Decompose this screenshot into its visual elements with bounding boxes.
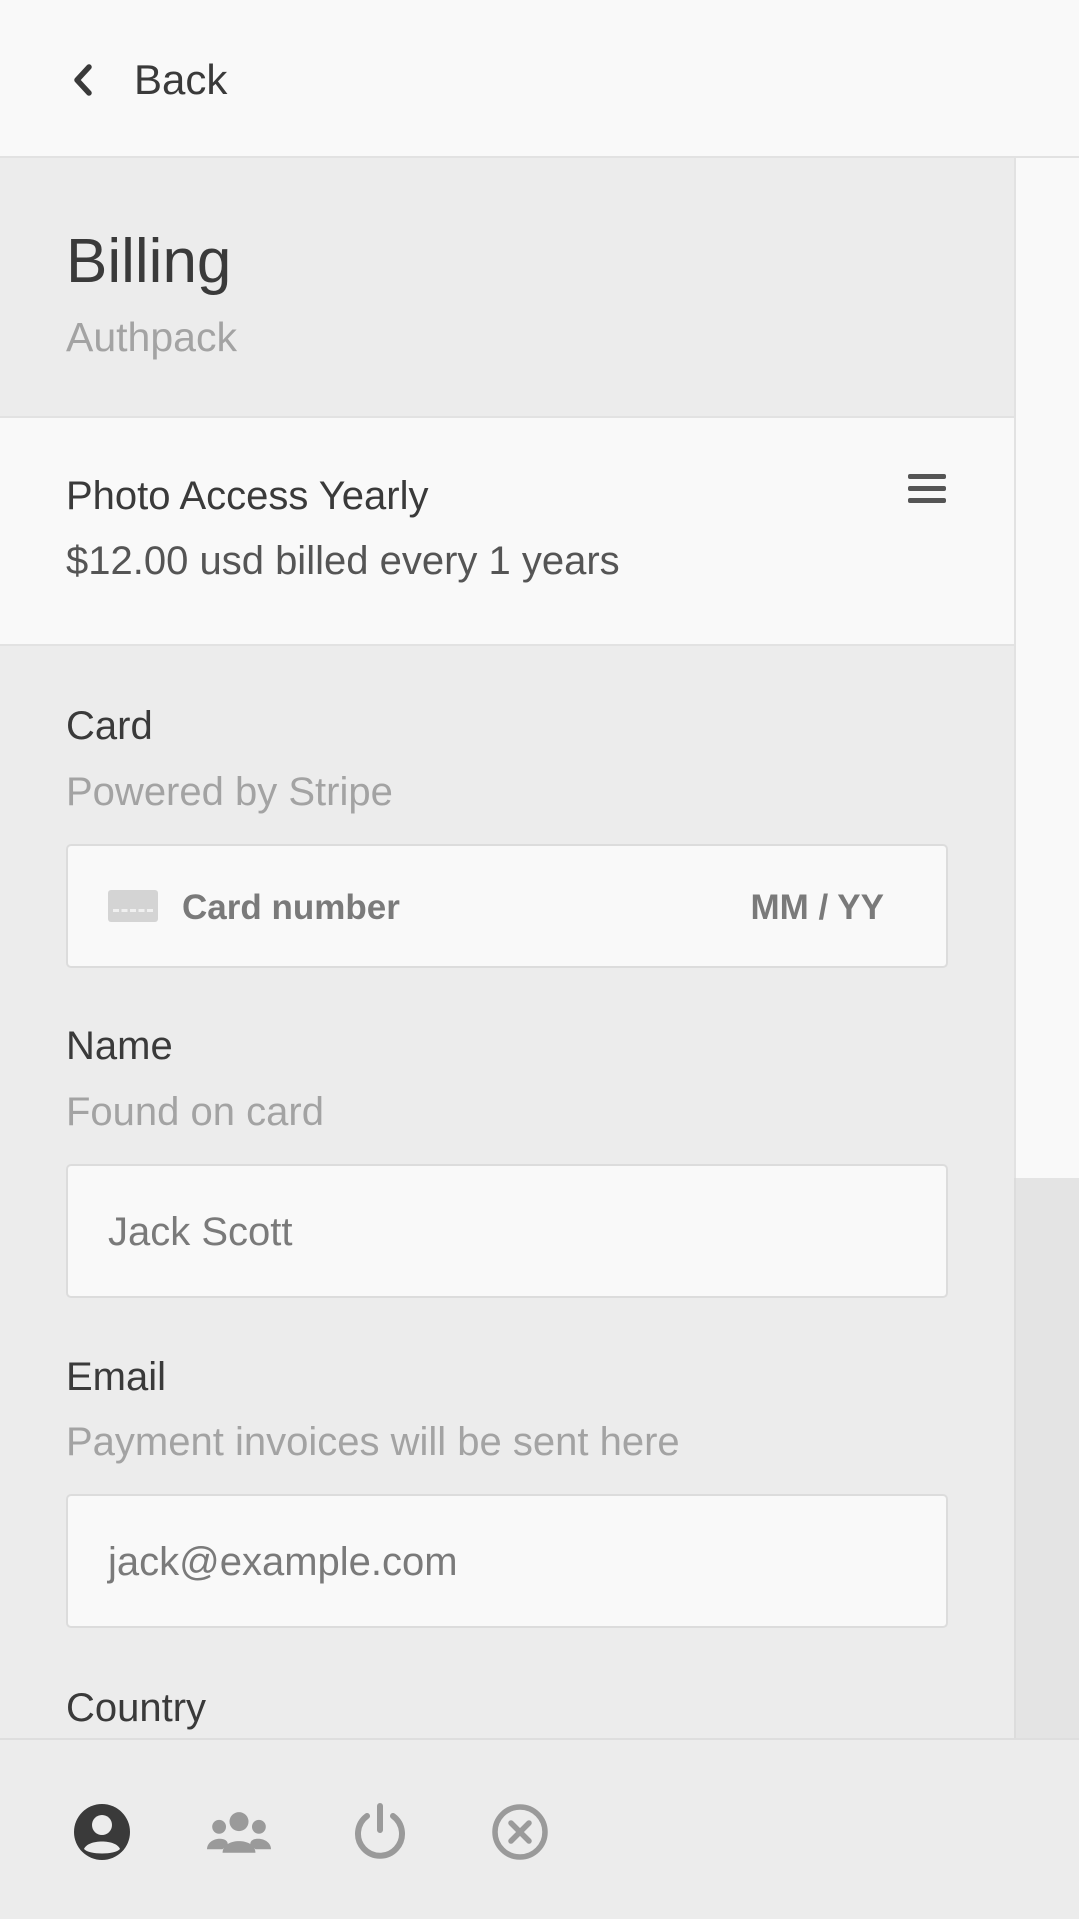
hamburger-menu-icon[interactable] [900, 470, 954, 516]
plan-price: $12.00 usd billed every 1 years [66, 539, 620, 583]
email-placeholder: jack@example.com [108, 1540, 458, 1584]
back-label: Back [134, 56, 228, 103]
power-icon[interactable] [348, 1800, 412, 1864]
user-circle-icon[interactable] [70, 1800, 134, 1864]
close-circle-icon[interactable] [488, 1800, 552, 1864]
back-button[interactable]: Back [66, 46, 227, 114]
name-placeholder: Jack Scott [108, 1210, 293, 1254]
bottom-nav [0, 1738, 1079, 1919]
chevron-left-icon [66, 60, 100, 100]
name-field[interactable]: Jack Scott [66, 1164, 948, 1298]
card-input[interactable]: Card number MM / YY [66, 844, 948, 968]
users-group-icon[interactable] [207, 1800, 271, 1864]
email-label: Email [66, 1355, 167, 1399]
side-panel-edge [1014, 158, 1079, 1178]
page-title: Billing [66, 227, 232, 296]
email-field[interactable]: jack@example.com [66, 1494, 948, 1628]
side-panel-edge-lower [1014, 1178, 1079, 1738]
card-hint: Powered by Stripe [66, 770, 393, 814]
name-hint: Found on card [66, 1090, 324, 1134]
country-label: Country [66, 1686, 207, 1730]
credit-card-icon [108, 890, 158, 922]
plan-name: Photo Access Yearly [66, 474, 429, 518]
card-label: Card [66, 704, 153, 748]
top-bar: Back [0, 0, 1079, 158]
card-number-placeholder[interactable]: Card number [182, 888, 400, 928]
card-expiry-placeholder[interactable]: MM / YY [750, 888, 884, 928]
page-subtitle: Authpack [66, 314, 237, 360]
page-header: Billing Authpack [0, 158, 1014, 416]
main-content[interactable]: Billing Authpack Photo Access Yearly $12… [0, 158, 1014, 1738]
name-label: Name [66, 1024, 173, 1068]
email-hint: Payment invoices will be sent here [66, 1420, 680, 1464]
plan-card: Photo Access Yearly $12.00 usd billed ev… [0, 416, 1014, 646]
